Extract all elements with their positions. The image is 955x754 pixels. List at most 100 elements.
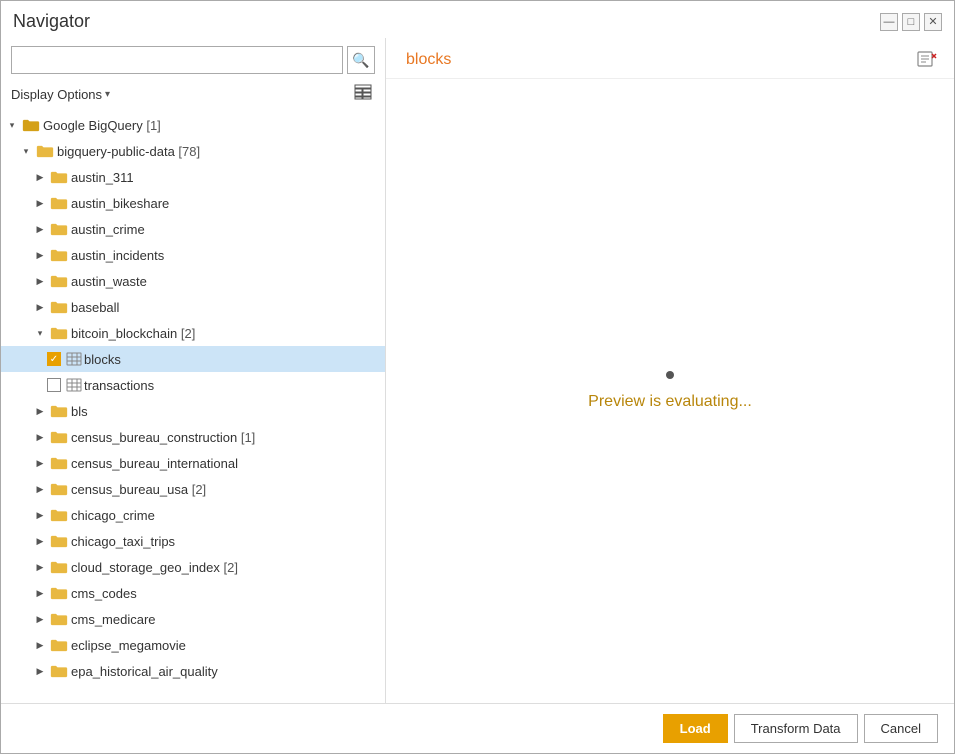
item-label-cms_codes: cms_codes <box>71 586 137 601</box>
tree-item-bls[interactable]: ▶ bls <box>1 398 385 424</box>
folder-icon-chicago_taxi_trips <box>50 534 68 548</box>
item-label-epa_historical_air_quality: epa_historical_air_quality <box>71 664 218 679</box>
table-icon-blocks <box>66 352 82 366</box>
checkbox-transactions[interactable] <box>47 378 61 392</box>
tree-item-google-bq[interactable]: ▾ Google BigQuery [1] <box>1 112 385 138</box>
folder-icon-austin_waste <box>50 274 68 288</box>
item-label-bls: bls <box>71 404 88 419</box>
arrow-austin_crime: ▶ <box>33 222 47 236</box>
folder-icon-bigquery-public <box>36 144 54 158</box>
tree-item-epa_historical_air_quality[interactable]: ▶ epa_historical_air_quality <box>1 658 385 684</box>
arrow-chicago_taxi_trips: ▶ <box>33 534 47 548</box>
arrow-epa_historical_air_quality: ▶ <box>33 664 47 678</box>
arrow-census_bureau_usa: ▶ <box>33 482 47 496</box>
loading-indicator <box>666 371 674 379</box>
item-label-eclipse_megamovie: eclipse_megamovie <box>71 638 186 653</box>
item-label-census_bureau_international: census_bureau_international <box>71 456 238 471</box>
folder-icon-bitcoin_blockchain <box>50 326 68 340</box>
item-label-bigquery-public: bigquery-public-data [78] <box>57 144 200 159</box>
folder-icon-austin_incidents <box>50 248 68 262</box>
left-panel: 🔍 Display Options ▾ <box>1 38 386 703</box>
footer: Load Transform Data Cancel <box>1 703 954 753</box>
tree-item-baseball[interactable]: ▶ baseball <box>1 294 385 320</box>
tree-container: ▾ Google BigQuery [1]▾ bigquery-public-d… <box>1 112 385 703</box>
tree-item-census_bureau_international[interactable]: ▶ census_bureau_international <box>1 450 385 476</box>
folder-icon-epa_historical_air_quality <box>50 664 68 678</box>
arrow-census_bureau_international: ▶ <box>33 456 47 470</box>
search-bar: 🔍 <box>1 38 385 82</box>
folder-icon-eclipse_megamovie <box>50 638 68 652</box>
arrow-bls: ▶ <box>33 404 47 418</box>
search-icon: 🔍 <box>352 52 369 69</box>
tree-item-chicago_taxi_trips[interactable]: ▶ chicago_taxi_trips <box>1 528 385 554</box>
folder-icon-austin_311 <box>50 170 68 184</box>
search-input[interactable] <box>11 46 343 74</box>
item-label-census_bureau_construction: census_bureau_construction [1] <box>71 430 255 445</box>
tree-item-chicago_crime[interactable]: ▶ chicago_crime <box>1 502 385 528</box>
preview-action-button[interactable] <box>916 50 938 70</box>
tree-item-transactions[interactable]: transactions <box>1 372 385 398</box>
item-label-austin_crime: austin_crime <box>71 222 145 237</box>
folder-icon-cms_codes <box>50 586 68 600</box>
folder-icon-austin_crime <box>50 222 68 236</box>
folder-icon-cloud_storage_geo_index <box>50 560 68 574</box>
tree-item-austin_crime[interactable]: ▶ austin_crime <box>1 216 385 242</box>
close-button[interactable]: ✕ <box>924 13 942 31</box>
display-options-button[interactable]: Display Options ▾ <box>11 87 110 102</box>
preview-content: Preview is evaluating... <box>386 79 954 703</box>
item-label-chicago_crime: chicago_crime <box>71 508 155 523</box>
chevron-down-icon: ▾ <box>105 89 110 100</box>
folder-icon-census_bureau_construction <box>50 430 68 444</box>
arrow-austin_bikeshare: ▶ <box>33 196 47 210</box>
item-label-austin_waste: austin_waste <box>71 274 147 289</box>
table-view-icon <box>354 84 372 104</box>
preview-header: blocks <box>386 38 954 79</box>
tree-item-blocks[interactable]: ✓ blocks <box>1 346 385 372</box>
tree-item-cloud_storage_geo_index[interactable]: ▶ cloud_storage_geo_index [2] <box>1 554 385 580</box>
search-button[interactable]: 🔍 <box>347 46 375 74</box>
arrow-eclipse_megamovie: ▶ <box>33 638 47 652</box>
cancel-button[interactable]: Cancel <box>864 714 938 743</box>
tree-item-eclipse_megamovie[interactable]: ▶ eclipse_megamovie <box>1 632 385 658</box>
item-label-transactions: transactions <box>84 378 154 393</box>
item-label-austin_bikeshare: austin_bikeshare <box>71 196 169 211</box>
table-icon-transactions <box>66 378 82 392</box>
item-label-austin_incidents: austin_incidents <box>71 248 164 263</box>
tree-item-austin_bikeshare[interactable]: ▶ austin_bikeshare <box>1 190 385 216</box>
tree-item-census_bureau_usa[interactable]: ▶ census_bureau_usa [2] <box>1 476 385 502</box>
tree-item-austin_waste[interactable]: ▶ austin_waste <box>1 268 385 294</box>
title-bar: Navigator — □ ✕ <box>1 1 954 38</box>
item-label-austin_311: austin_311 <box>71 170 134 185</box>
tree-item-bigquery-public[interactable]: ▾ bigquery-public-data [78] <box>1 138 385 164</box>
load-button[interactable]: Load <box>663 714 728 743</box>
arrow-bitcoin_blockchain: ▾ <box>33 326 47 340</box>
item-label-baseball: baseball <box>71 300 119 315</box>
transform-data-button[interactable]: Transform Data <box>734 714 858 743</box>
folder-icon-chicago_crime <box>50 508 68 522</box>
arrow-cloud_storage_geo_index: ▶ <box>33 560 47 574</box>
arrow-google-bq: ▾ <box>5 118 19 132</box>
folder-icon-austin_bikeshare <box>50 196 68 210</box>
tree-item-austin_311[interactable]: ▶ austin_311 <box>1 164 385 190</box>
arrow-census_bureau_construction: ▶ <box>33 430 47 444</box>
checkbox-blocks[interactable]: ✓ <box>47 352 61 366</box>
minimize-button[interactable]: — <box>880 13 898 31</box>
tree-scroll[interactable]: ▾ Google BigQuery [1]▾ bigquery-public-d… <box>1 112 385 703</box>
folder-icon-census_bureau_international <box>50 456 68 470</box>
tree-item-cms_codes[interactable]: ▶ cms_codes <box>1 580 385 606</box>
folder-icon-google-bq <box>22 118 40 132</box>
window-controls: — □ ✕ <box>880 13 942 31</box>
item-label-chicago_taxi_trips: chicago_taxi_trips <box>71 534 175 549</box>
folder-icon-census_bureau_usa <box>50 482 68 496</box>
preview-title: blocks <box>406 51 451 69</box>
item-label-cloud_storage_geo_index: cloud_storage_geo_index [2] <box>71 560 238 575</box>
arrow-austin_waste: ▶ <box>33 274 47 288</box>
maximize-button[interactable]: □ <box>902 13 920 31</box>
tree-item-census_bureau_construction[interactable]: ▶ census_bureau_construction [1] <box>1 424 385 450</box>
navigator-window: Navigator — □ ✕ 🔍 Display Options ▾ <box>0 0 955 754</box>
tree-item-cms_medicare[interactable]: ▶ cms_medicare <box>1 606 385 632</box>
tree-item-austin_incidents[interactable]: ▶ austin_incidents <box>1 242 385 268</box>
tree-item-bitcoin_blockchain[interactable]: ▾ bitcoin_blockchain [2] <box>1 320 385 346</box>
folder-icon-cms_medicare <box>50 612 68 626</box>
view-toggle-button[interactable] <box>351 82 375 106</box>
